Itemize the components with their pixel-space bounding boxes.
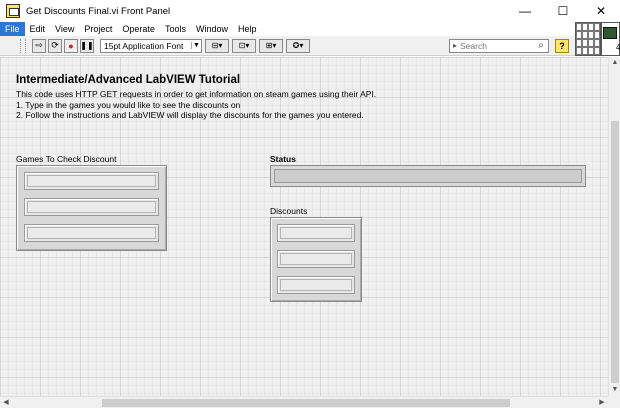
- toolbar: ⇨ ⟳ ● ❚❚ 15pt Application Font ▼ ⊟▾ ⊡▾ ⊞…: [0, 36, 575, 56]
- vi-icon[interactable]: 4: [601, 22, 620, 56]
- font-select-value: 15pt Application Font: [104, 40, 184, 51]
- discounts-element-value: [280, 279, 352, 291]
- discounts-label: Discounts: [270, 206, 308, 216]
- description-line: 2. Follow the instructions and LabVIEW w…: [16, 110, 364, 120]
- scroll-up-icon[interactable]: ▲: [609, 57, 620, 69]
- title-bar: Get Discounts Final.vi Front Panel — ☐ ✕: [0, 0, 620, 22]
- description-line: 1. Type in the games you would like to s…: [16, 99, 241, 110]
- menu-window[interactable]: Window: [191, 22, 233, 36]
- front-panel: Intermediate/Advanced LabVIEW Tutorial T…: [0, 57, 608, 396]
- close-button[interactable]: ✕: [582, 0, 620, 22]
- menu-edit[interactable]: Edit: [25, 22, 51, 36]
- connector-number: 4: [616, 43, 620, 52]
- games-array[interactable]: [16, 165, 167, 251]
- status-indicator: [270, 165, 586, 187]
- discounts-element: [277, 276, 355, 294]
- search-options-icon[interactable]: ▸: [450, 41, 460, 50]
- status-label: Status: [270, 154, 296, 164]
- games-element[interactable]: [24, 198, 159, 216]
- chevron-down-icon: ▼: [191, 42, 201, 49]
- horizontal-scrollbar[interactable]: ◀ ▶: [0, 396, 608, 408]
- vertical-scroll-thumb[interactable]: [611, 121, 619, 383]
- games-element[interactable]: [24, 224, 159, 242]
- reorder-icon[interactable]: ✪▾: [286, 38, 310, 53]
- horizontal-scroll-thumb[interactable]: [102, 399, 510, 407]
- scroll-left-icon[interactable]: ◀: [0, 397, 12, 408]
- games-element-input[interactable]: [27, 175, 156, 187]
- discounts-element: [277, 224, 355, 242]
- monitor-icon: [603, 27, 617, 39]
- menu-tools[interactable]: Tools: [160, 22, 191, 36]
- run-arrow-icon[interactable]: ⇨: [32, 38, 46, 53]
- discounts-element-value: [280, 227, 352, 239]
- context-help-button[interactable]: ?: [555, 38, 569, 53]
- menu-help[interactable]: Help: [233, 22, 262, 36]
- connector-pane[interactable]: [575, 22, 601, 56]
- search-box: ▸ ⌕: [449, 38, 549, 53]
- window-title: Get Discounts Final.vi Front Panel: [26, 5, 171, 17]
- labview-app-icon: [6, 4, 20, 18]
- pause-icon[interactable]: ❚❚: [80, 38, 94, 53]
- scroll-down-icon[interactable]: ▼: [609, 384, 620, 396]
- games-label: Games To Check Discount: [16, 154, 117, 164]
- description: This code uses HTTP GET requests in orde…: [16, 89, 376, 121]
- search-icon[interactable]: ⌕: [534, 40, 548, 51]
- menu-bar: File Edit View Project Operate Tools Win…: [0, 22, 575, 36]
- games-element-input[interactable]: [27, 201, 156, 213]
- toolbar-grip: [20, 38, 26, 53]
- distribute-objects-icon[interactable]: ⊡▾: [232, 38, 256, 53]
- discounts-element-value: [280, 253, 352, 265]
- abort-stop-icon[interactable]: ●: [64, 38, 78, 53]
- description-line: This code uses HTTP GET requests in orde…: [16, 89, 377, 99]
- menu-operate[interactable]: Operate: [117, 22, 160, 36]
- vertical-scrollbar[interactable]: ▲ ▼: [608, 57, 620, 396]
- discounts-array[interactable]: [270, 217, 362, 302]
- font-select[interactable]: 15pt Application Font ▼: [100, 38, 202, 53]
- discounts-element: [277, 250, 355, 268]
- scroll-right-icon[interactable]: ▶: [596, 397, 608, 408]
- resize-objects-icon[interactable]: ⊞▾: [259, 38, 283, 53]
- menu-view[interactable]: View: [50, 22, 79, 36]
- align-objects-icon[interactable]: ⊟▾: [205, 38, 229, 53]
- menu-project[interactable]: Project: [79, 22, 117, 36]
- menu-file[interactable]: File: [0, 22, 25, 36]
- minimize-button[interactable]: —: [506, 0, 544, 22]
- maximize-button[interactable]: ☐: [544, 0, 582, 22]
- page-title: Intermediate/Advanced LabVIEW Tutorial: [16, 74, 241, 86]
- games-element-input[interactable]: [27, 227, 156, 239]
- scrollbar-corner: [608, 396, 620, 408]
- status-value: [274, 169, 582, 183]
- run-continuously-icon[interactable]: ⟳: [48, 38, 62, 53]
- games-element[interactable]: [24, 172, 159, 190]
- search-input[interactable]: [460, 40, 534, 51]
